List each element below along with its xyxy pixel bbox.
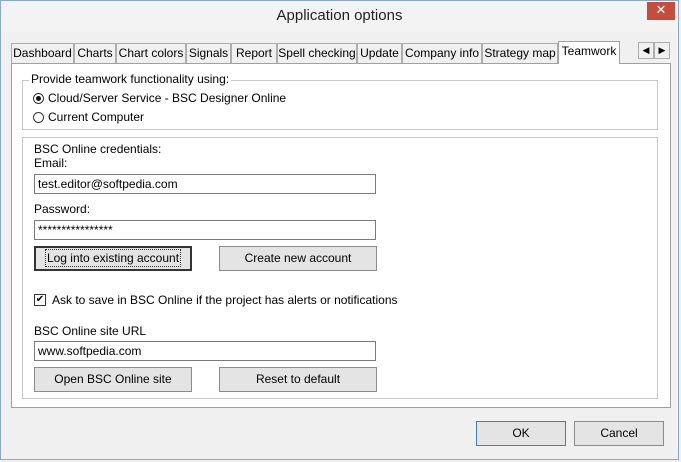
tab-strategy-map[interactable]: Strategy map (482, 43, 558, 63)
current-computer-label[interactable]: Current Computer (48, 110, 144, 124)
application-options-window: Application options ✕ Dashboard Charts C… (0, 0, 679, 460)
cloud-service-radio[interactable] (33, 93, 44, 104)
tab-spell-checking[interactable]: Spell checking (277, 43, 357, 63)
tab-scroll-left-icon[interactable]: ◀ (638, 42, 654, 59)
tab-chart-colors[interactable]: Chart colors (116, 43, 186, 63)
email-field[interactable]: test.editor@softpedia.com (34, 174, 376, 194)
email-label: Email: (34, 156, 68, 170)
site-url-field[interactable]: www.softpedia.com (34, 341, 376, 361)
tab-report[interactable]: Report (231, 43, 277, 63)
tab-signals[interactable]: Signals (186, 43, 231, 63)
reset-default-button[interactable]: Reset to default (219, 367, 377, 392)
tab-teamwork[interactable]: Teamwork (558, 41, 620, 64)
site-url-label: BSC Online site URL (34, 324, 147, 338)
close-icon[interactable]: ✕ (647, 2, 675, 20)
tab-company-info[interactable]: Company info (402, 43, 482, 63)
ask-save-label[interactable]: Ask to save in BSC Online if the project… (52, 293, 398, 307)
credentials-group: BSC Online credentials: Email: test.edit… (22, 137, 658, 399)
teamwork-mode-label: Provide teamwork functionality using: (29, 72, 232, 86)
cancel-button[interactable]: Cancel (574, 421, 664, 446)
create-account-button[interactable]: Create new account (219, 246, 377, 271)
tab-update[interactable]: Update (357, 43, 402, 63)
title-bar: Application options ✕ (1, 1, 678, 32)
cloud-service-label[interactable]: Cloud/Server Service - BSC Designer Onli… (48, 91, 286, 105)
tab-dashboard[interactable]: Dashboard (11, 43, 74, 63)
credentials-heading: BSC Online credentials: (34, 142, 162, 156)
tab-scroll-right-icon[interactable]: ▶ (654, 42, 670, 59)
teamwork-mode-group: Provide teamwork functionality using: Cl… (22, 72, 658, 130)
ok-button[interactable]: OK (476, 421, 566, 446)
password-field[interactable]: **************** (34, 220, 376, 240)
current-computer-radio[interactable] (33, 112, 44, 123)
ask-save-checkbox[interactable]: ✔ (34, 294, 46, 306)
login-button-label: Log into existing account (44, 249, 182, 267)
teamwork-panel: Provide teamwork functionality using: Cl… (11, 63, 671, 408)
open-site-button[interactable]: Open BSC Online site (34, 367, 192, 392)
tab-charts[interactable]: Charts (74, 43, 116, 63)
window-title: Application options (276, 7, 403, 24)
login-button[interactable]: Log into existing account (34, 246, 192, 271)
password-label: Password: (34, 202, 91, 216)
